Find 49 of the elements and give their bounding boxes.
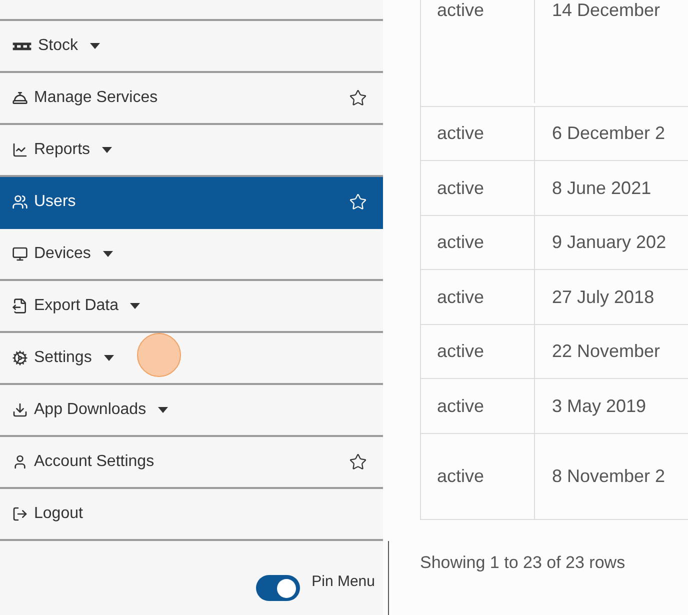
logout-icon [12,506,28,522]
menu-label: Stock [38,36,78,56]
table-cell-text: 3 May 2019 [552,394,646,418]
line-chart-icon [12,142,28,158]
table-cell-text: active [437,286,484,308]
bell-icon [12,90,28,106]
table-footer: Showing 1 to 23 of 23 rows [420,550,688,576]
table-cell-text: 6 December 2 [552,122,666,145]
sidebar-item[interactable]: Stock [0,21,383,73]
star-icon[interactable] [349,89,367,107]
table-cell-text: 27 July 2018 [552,286,654,309]
table-cell-text: active [437,176,484,200]
users-icon [12,194,28,210]
table-cell-text: 9 January 202 [552,231,666,254]
sidebar-item[interactable]: Devices [0,229,383,281]
menu-label: Manage Services [34,88,158,108]
table-cell-text: active [437,465,484,488]
sidebar-item[interactable]: Manage Services [0,73,383,125]
table-cell-text: 8 June 2021 [552,176,652,200]
monitor-icon [12,246,28,262]
user-icon [12,454,28,470]
table-cell-text: 8 November 2 [552,465,666,488]
table-cell-text: 22 November [552,340,660,363]
table-cell-text: active [437,231,484,254]
sidebar-item[interactable]: Export Data [0,281,383,333]
menu-label: Reports [34,140,90,160]
star-icon[interactable] [349,453,367,471]
menu-label: Users [34,192,76,212]
click-indicator [137,333,181,377]
menu-label: App Downloads [34,400,146,420]
pin-menu-label: Pin Menu [312,572,375,592]
table-cell-text: active [437,122,484,145]
menu-label: Logout [34,504,83,524]
menu-label: Settings [34,348,92,368]
sidebar-item[interactable]: Account Settings [0,437,383,489]
sidebar-item[interactable]: Logout [0,489,383,541]
sidebar-item[interactable]: Users [0,177,383,229]
file-export-icon [12,298,28,314]
menu-label: Export Data [34,296,118,316]
table-cell-text: active [437,0,484,22]
menu-label: Devices [34,244,91,264]
pin-menu-toggle[interactable] [256,575,300,601]
menu-label: Account Settings [34,452,154,472]
table-cell-text: active [437,340,484,363]
sidebar-item[interactable]: App Downloads [0,385,383,437]
download-icon [12,402,28,418]
table-cell-text: 14 December [552,0,660,22]
pallet-icon [12,41,32,51]
table-cell-text: active [437,394,484,418]
